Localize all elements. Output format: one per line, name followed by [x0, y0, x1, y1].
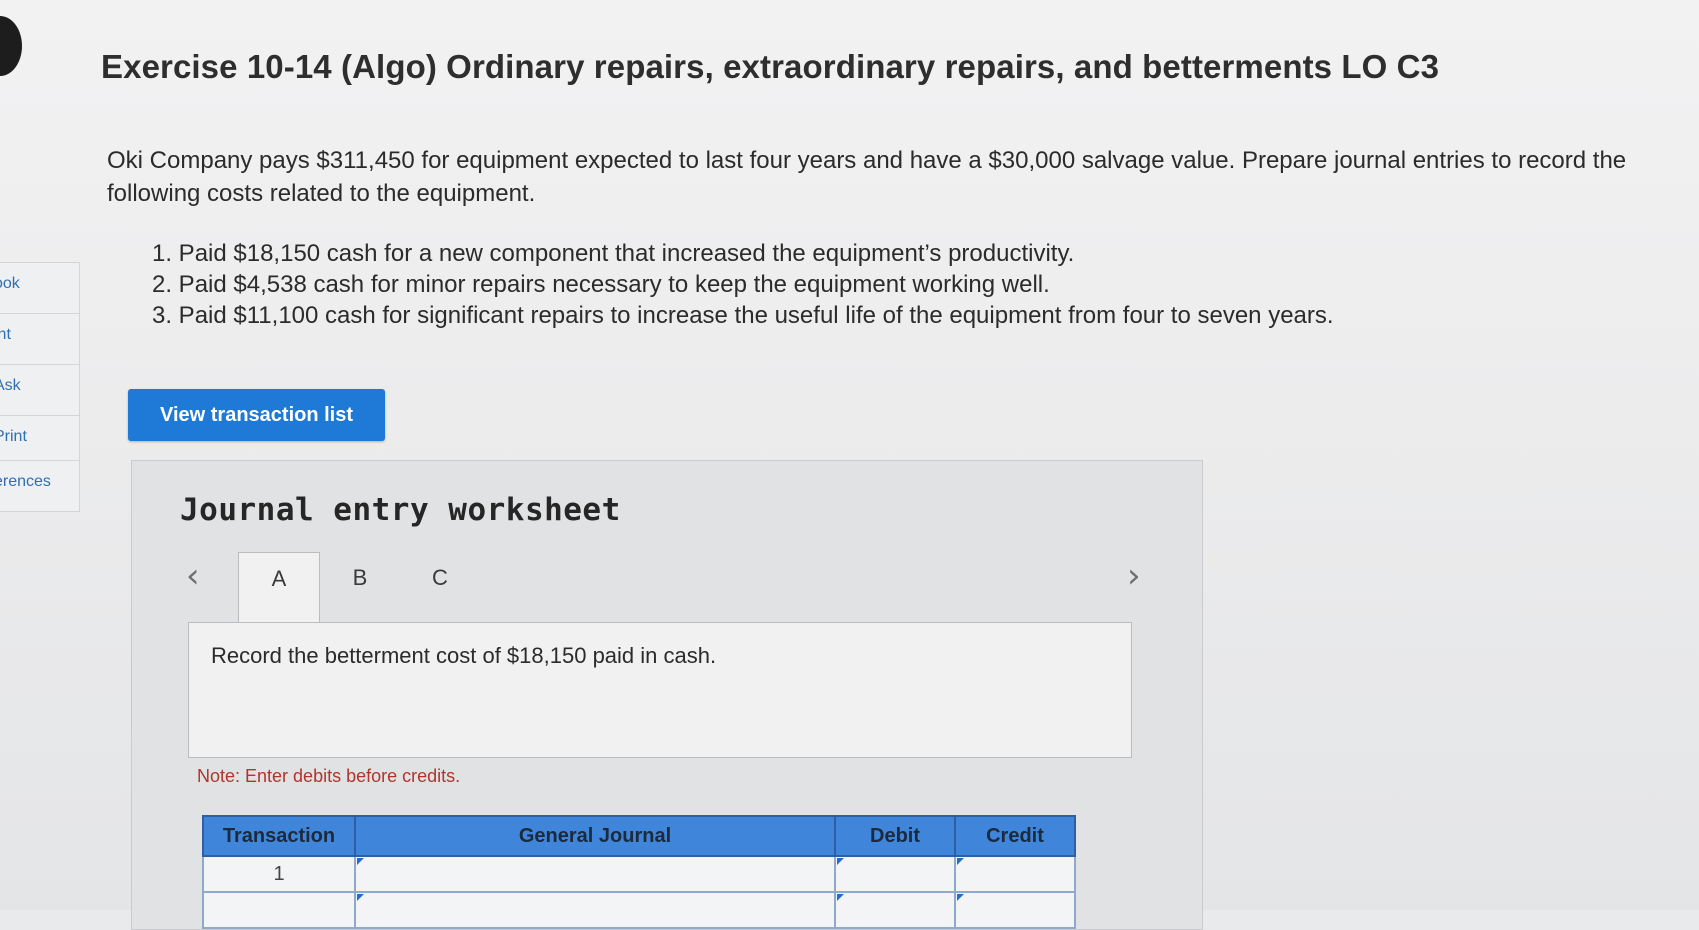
column-header-credit: Credit: [954, 815, 1076, 857]
table-row: [202, 891, 1076, 929]
sidebar-item-label: erences: [0, 473, 51, 490]
chevron-left-icon[interactable]: ‹: [186, 556, 200, 596]
sidebar-item-hint[interactable]: int: [0, 313, 80, 365]
general-journal-cell[interactable]: [354, 855, 836, 893]
input-marker-icon: [957, 858, 964, 865]
sidebar-item-ebook[interactable]: ook: [0, 262, 80, 314]
input-marker-icon: [837, 858, 844, 865]
dropdown-marker-icon: [357, 858, 364, 865]
credit-cell[interactable]: [954, 891, 1076, 929]
list-item: 2. Paid $4,538 cash for minor repairs ne…: [152, 271, 1050, 298]
table-row: 1: [202, 855, 1076, 893]
tab-c[interactable]: C: [420, 552, 460, 622]
table-header-row: Transaction General Journal Debit Credit: [202, 815, 1076, 857]
dropdown-marker-icon: [357, 894, 364, 901]
problem-intro: Oki Company pays $311,450 for equipment …: [107, 147, 1627, 207]
sidebar-item-print[interactable]: Print: [0, 415, 80, 461]
tab-b[interactable]: B: [340, 552, 380, 622]
list-item: 3. Paid $11,100 cash for significant rep…: [152, 302, 1334, 329]
page-title: Exercise 10-14 (Algo) Ordinary repairs, …: [101, 48, 1440, 85]
sidebar-item-label: Print: [0, 428, 27, 445]
task-list: 1. Paid $18,150 cash for a new component…: [152, 238, 1334, 331]
credit-cell[interactable]: [954, 855, 1076, 893]
sidebar-item-label: Ask: [0, 377, 21, 394]
list-item: 1. Paid $18,150 cash for a new component…: [152, 240, 1075, 267]
tab-a[interactable]: A: [238, 552, 320, 622]
worksheet-title: Journal entry worksheet: [180, 492, 621, 528]
general-journal-cell[interactable]: [354, 891, 836, 929]
view-transaction-list-button[interactable]: View transaction list: [128, 389, 385, 441]
transaction-cell: 1: [202, 855, 356, 893]
sidebar-item-references[interactable]: erences: [0, 460, 80, 512]
column-header-transaction: Transaction: [202, 815, 356, 857]
debit-cell[interactable]: [834, 855, 956, 893]
input-marker-icon: [957, 894, 964, 901]
sidebar-item-label: int: [0, 326, 11, 343]
transaction-cell: [202, 891, 356, 929]
chevron-right-icon[interactable]: ›: [1127, 556, 1141, 596]
instruction-text: Record the betterment cost of $18,150 pa…: [211, 643, 717, 668]
entry-note: Note: Enter debits before credits.: [197, 766, 461, 786]
sidebar-item-ask[interactable]: Ask: [0, 364, 80, 416]
journal-table: Transaction General Journal Debit Credit…: [202, 815, 1076, 929]
sidebar-item-label: ook: [0, 275, 20, 292]
debit-cell[interactable]: [834, 891, 956, 929]
column-header-debit: Debit: [834, 815, 956, 857]
input-marker-icon: [837, 894, 844, 901]
column-header-general-journal: General Journal: [354, 815, 836, 857]
